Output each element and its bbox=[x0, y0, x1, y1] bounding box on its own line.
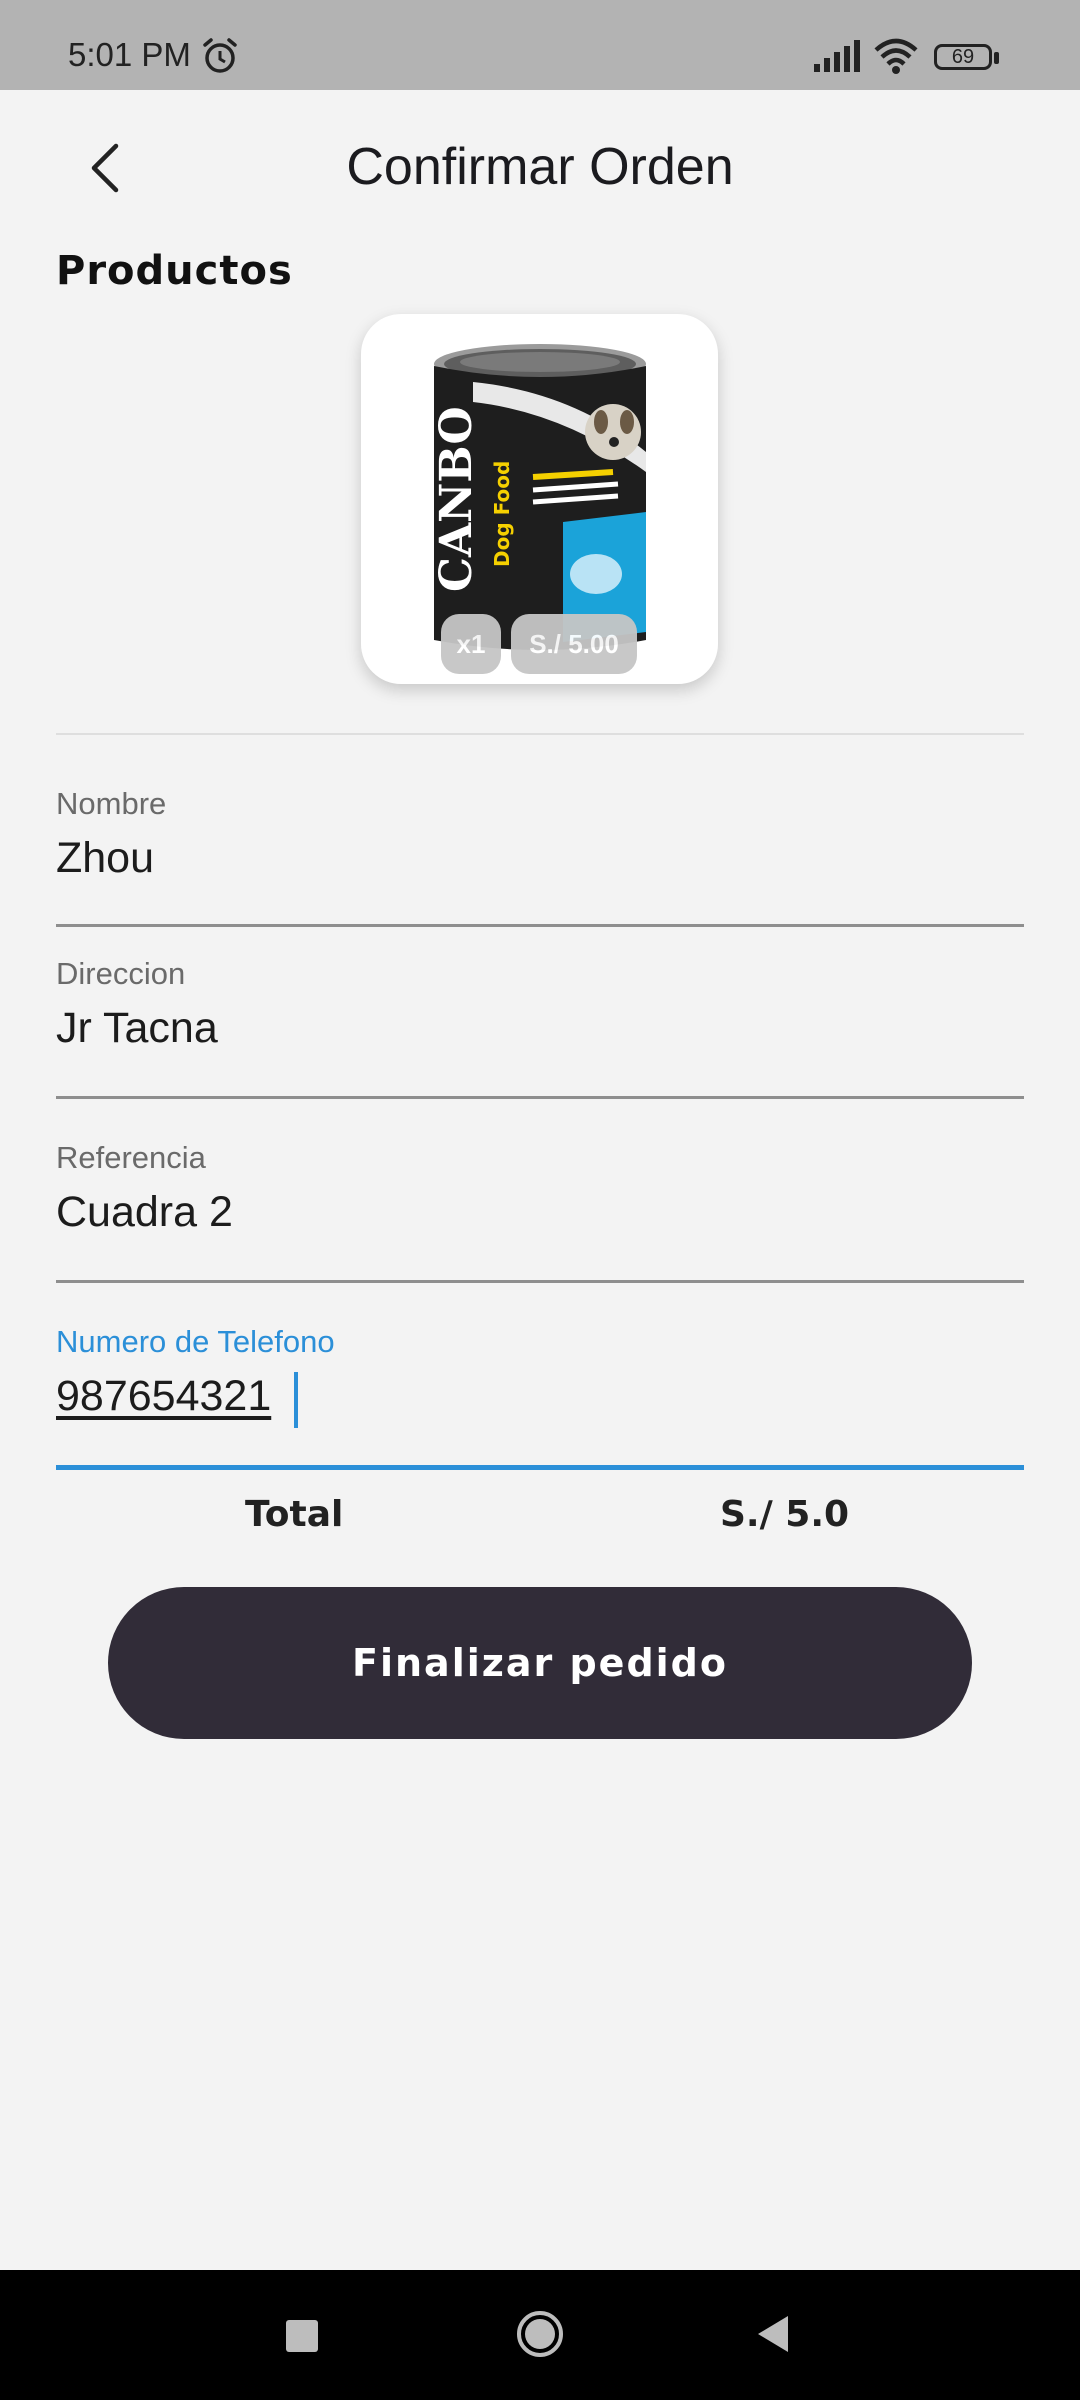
status-time: 5:01 PM bbox=[68, 36, 191, 73]
referencia-underline bbox=[56, 1280, 1024, 1283]
telefono-field[interactable]: Numero de Telefono 987654321 bbox=[56, 1324, 1024, 1470]
status-bar: 5:01 PM 69 bbox=[0, 0, 1080, 90]
direccion-underline bbox=[56, 1096, 1024, 1099]
nombre-input[interactable]: Zhou bbox=[56, 834, 154, 883]
finalize-order-button[interactable]: Finalizar pedido bbox=[108, 1587, 972, 1739]
section-divider bbox=[56, 733, 1024, 735]
direccion-field[interactable]: Direccion Jr Tacna bbox=[56, 956, 1024, 1099]
alarm-icon bbox=[203, 38, 237, 73]
home-button[interactable] bbox=[516, 2310, 564, 2358]
direccion-label: Direccion bbox=[56, 956, 186, 991]
battery-icon: 69 bbox=[934, 44, 1000, 74]
svg-text:CANBO: CANBO bbox=[431, 406, 482, 592]
referencia-label: Referencia bbox=[56, 1140, 206, 1175]
products-section-title: Productos bbox=[56, 248, 293, 294]
product-price-badge: S./ 5.00 bbox=[511, 614, 637, 674]
telefono-label: Numero de Telefono bbox=[56, 1324, 335, 1359]
wifi-icon bbox=[874, 38, 918, 74]
svg-text:Dog Food: Dog Food bbox=[490, 461, 514, 567]
nombre-label: Nombre bbox=[56, 786, 167, 821]
referencia-input[interactable]: Cuadra 2 bbox=[56, 1188, 233, 1237]
battery-level: 69 bbox=[934, 44, 992, 70]
referencia-field[interactable]: Referencia Cuadra 2 bbox=[56, 1140, 1024, 1283]
telefono-input[interactable]: 987654321 bbox=[56, 1372, 271, 1421]
nombre-field[interactable]: Nombre Zhou bbox=[56, 786, 1024, 927]
total-value: S./ 5.0 bbox=[720, 1494, 850, 1535]
finalize-order-label: Finalizar pedido bbox=[352, 1641, 728, 1685]
telefono-underline-focused bbox=[56, 1465, 1024, 1470]
back-nav-button[interactable] bbox=[756, 2314, 790, 2354]
app-header: Confirmar Orden bbox=[0, 92, 1080, 242]
direccion-input[interactable]: Jr Tacna bbox=[56, 1004, 218, 1053]
total-label: Total bbox=[245, 1494, 344, 1535]
nombre-underline bbox=[56, 924, 1024, 927]
product-quantity-badge: x1 bbox=[441, 614, 501, 674]
dog-food-can-image: CANBO Dog Food bbox=[431, 344, 646, 650]
page-title: Confirmar Orden bbox=[346, 138, 734, 196]
recents-button[interactable] bbox=[286, 2320, 318, 2352]
signal-icon bbox=[814, 40, 860, 72]
system-nav-bar bbox=[0, 2270, 1080, 2400]
product-card[interactable]: CANBO Dog Food x1 S./ 5.00 bbox=[361, 314, 718, 684]
text-cursor bbox=[294, 1372, 298, 1428]
